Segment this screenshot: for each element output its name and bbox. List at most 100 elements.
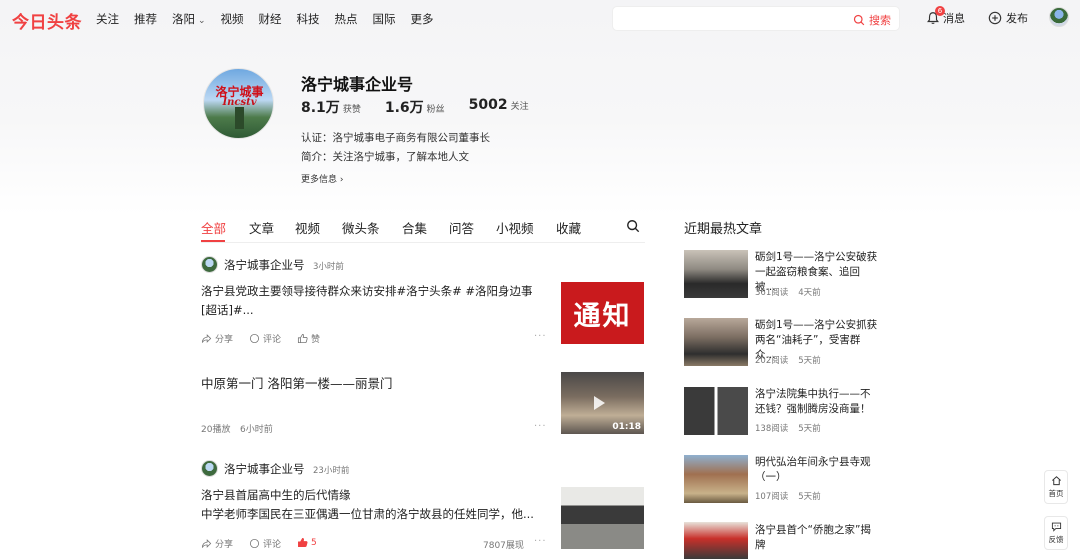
feed-post-line-2: [超话]#... — [201, 303, 254, 317]
more-options-icon[interactable]: ··· — [534, 421, 547, 432]
stat-following-label: 关注 — [510, 102, 529, 112]
nav-item-finance[interactable]: 财经 — [259, 11, 282, 27]
video-duration: 01:18 — [612, 422, 641, 432]
stat-followers-label: 粉丝 — [426, 105, 445, 115]
user-avatar[interactable] — [1049, 7, 1069, 27]
feed-post-thumbnail[interactable] — [561, 487, 644, 549]
feed-post-text[interactable]: 洛宁县首届高中生的后代情缘 中学老师李国民在三亚偶遇一位甘肃的洛宁故县的任姓同学… — [201, 486, 546, 524]
nav-item-tech[interactable]: 科技 — [297, 11, 320, 27]
tab-videos[interactable]: 视频 — [295, 218, 320, 237]
hot-article-image[interactable] — [684, 318, 748, 366]
hot-article-title[interactable]: 洛宁县首个“侨胞之家”揭牌 — [755, 523, 880, 553]
message-count-badge: 6 — [935, 6, 945, 16]
comment-button[interactable]: 评论 — [249, 537, 281, 550]
video-play-count: 20播放 — [201, 425, 231, 435]
feed-post-thumbnail[interactable]: 通知 — [561, 282, 644, 344]
profile-intro: 简介：关注洛宁城事，了解本地人文 — [301, 151, 469, 163]
feedback-float-button[interactable]: 反馈 — [1044, 516, 1068, 550]
share-button[interactable]: 分享 — [201, 332, 233, 345]
comment-label: 评论 — [263, 335, 282, 345]
publish-label: 发布 — [1006, 12, 1028, 25]
hot-article-image[interactable] — [684, 387, 748, 435]
nav-item-recommend[interactable]: 推荐 — [134, 11, 157, 27]
nav-city-label: 洛阳 — [172, 12, 195, 26]
active-tab-indicator — [201, 240, 225, 242]
search-button[interactable]: 搜索 — [853, 12, 891, 28]
feed-author-name[interactable]: 洛宁城事企业号 — [224, 257, 305, 273]
more-info-link[interactable]: 更多信息 › — [301, 172, 343, 185]
feed-author-name[interactable]: 洛宁城事企业号 — [224, 461, 305, 477]
thumbnail-notice-text: 通知 — [573, 300, 632, 332]
home-float-button[interactable]: 首页 — [1044, 470, 1068, 504]
more-options-icon[interactable]: ··· — [534, 536, 547, 547]
publish-button[interactable]: 发布 — [988, 10, 1028, 26]
feed-post-line-1: 洛宁县首届高中生的后代情缘 — [201, 488, 351, 502]
stat-following-number: 5002 — [468, 97, 508, 113]
video-title[interactable]: 中原第一门 洛阳第一楼——丽景门 — [201, 373, 392, 392]
stat-likes: 8.1万 获赞 — [301, 97, 361, 117]
hot-article-reads: 361阅读 — [755, 288, 789, 298]
nav-item-city[interactable]: 洛阳 ⌄ — [172, 11, 206, 27]
hot-article-reads: 138阅读 — [755, 424, 789, 434]
thumbs-up-icon — [297, 333, 308, 344]
stat-likes-label: 获赞 — [342, 105, 361, 115]
post-view-count: 7807展现 — [483, 541, 524, 551]
feedback-float-label: 反馈 — [1048, 535, 1064, 544]
hot-article-title[interactable]: 洛宁法院集中执行——不还钱？强制腾房没商量！ — [755, 387, 880, 417]
home-float-label: 首页 — [1048, 489, 1064, 498]
feed-author-avatar[interactable] — [201, 460, 218, 477]
feed-post-text[interactable]: 洛宁县党政主要领导接待群众来访安排#洛宁头条# #洛阳身边事 [超话]#... — [201, 282, 546, 320]
tab-articles[interactable]: 文章 — [249, 218, 274, 237]
hot-article-image[interactable] — [684, 522, 748, 559]
site-logo[interactable]: 今日头条 — [12, 8, 82, 33]
feed-post-line-1: 洛宁县党政主要领导接待群众来访安排#洛宁头条# #洛阳身边事 — [201, 284, 533, 298]
share-button[interactable]: 分享 — [201, 537, 233, 550]
search-icon — [853, 14, 865, 26]
comment-label: 评论 — [263, 540, 282, 550]
hot-article-time: 5天前 — [798, 424, 821, 434]
hot-article-reads: 107阅读 — [755, 492, 789, 502]
nav-item-follow[interactable]: 关注 — [96, 11, 119, 27]
feed-author-avatar[interactable] — [201, 256, 218, 273]
like-button[interactable]: 赞 — [297, 332, 320, 345]
profile-avatar: 洛宁城事 Incstv — [203, 68, 274, 139]
chevron-down-icon: ⌄ — [198, 16, 206, 26]
share-label: 分享 — [215, 540, 234, 550]
hot-article-title[interactable]: 明代弘治年间永宁县寺观（一） — [755, 455, 880, 485]
comment-button[interactable]: 评论 — [249, 332, 281, 345]
content-tabs: 全部 文章 视频 微头条 合集 问答 小视频 收藏 — [201, 218, 645, 243]
video-thumbnail[interactable]: 01:18 — [561, 372, 644, 434]
tab-favorites[interactable]: 收藏 — [556, 218, 581, 237]
share-icon — [201, 334, 212, 343]
like-count: 5 — [311, 537, 317, 548]
tab-all[interactable]: 全部 — [201, 218, 226, 237]
hot-article-time: 5天前 — [798, 492, 821, 502]
tab-qa[interactable]: 问答 — [449, 218, 474, 237]
tab-micro[interactable]: 微头条 — [342, 218, 380, 237]
hot-article-time: 5天前 — [798, 356, 821, 366]
stat-followers[interactable]: 1.6万 粉丝 — [385, 97, 445, 117]
hot-article-image[interactable] — [684, 455, 748, 503]
search-input[interactable] — [621, 11, 851, 27]
nav-item-video[interactable]: 视频 — [221, 11, 244, 27]
nav-item-more[interactable]: 更多 — [411, 11, 434, 27]
messages-button[interactable]: 6 消息 — [926, 6, 965, 26]
search-icon[interactable] — [626, 219, 640, 233]
hot-article-time: 4天前 — [798, 288, 821, 298]
nav-item-hot[interactable]: 热点 — [335, 11, 358, 27]
tab-collections[interactable]: 合集 — [402, 218, 427, 237]
hot-article-image[interactable] — [684, 250, 748, 298]
plus-circle-icon — [988, 11, 1002, 25]
like-button[interactable]: 5 — [297, 537, 317, 548]
hot-article-meta: 107阅读 5天前 — [755, 490, 831, 502]
hot-article-meta: 202阅读 5天前 — [755, 354, 831, 366]
video-post-time: 6小时前 — [240, 425, 273, 435]
profile-name: 洛宁城事企业号 — [301, 75, 414, 94]
more-options-icon[interactable]: ··· — [534, 331, 547, 342]
stat-following[interactable]: 5002 关注 — [469, 97, 529, 117]
tab-short-videos[interactable]: 小视频 — [496, 218, 534, 237]
stat-followers-number: 1.6万 — [384, 100, 424, 116]
nav-item-intl[interactable]: 国际 — [373, 11, 396, 27]
feed-post-line-2: 中学老师李国民在三亚偶遇一位甘肃的洛宁故县的任姓同学，他... — [201, 507, 534, 521]
stat-likes-number: 8.1万 — [301, 100, 340, 116]
